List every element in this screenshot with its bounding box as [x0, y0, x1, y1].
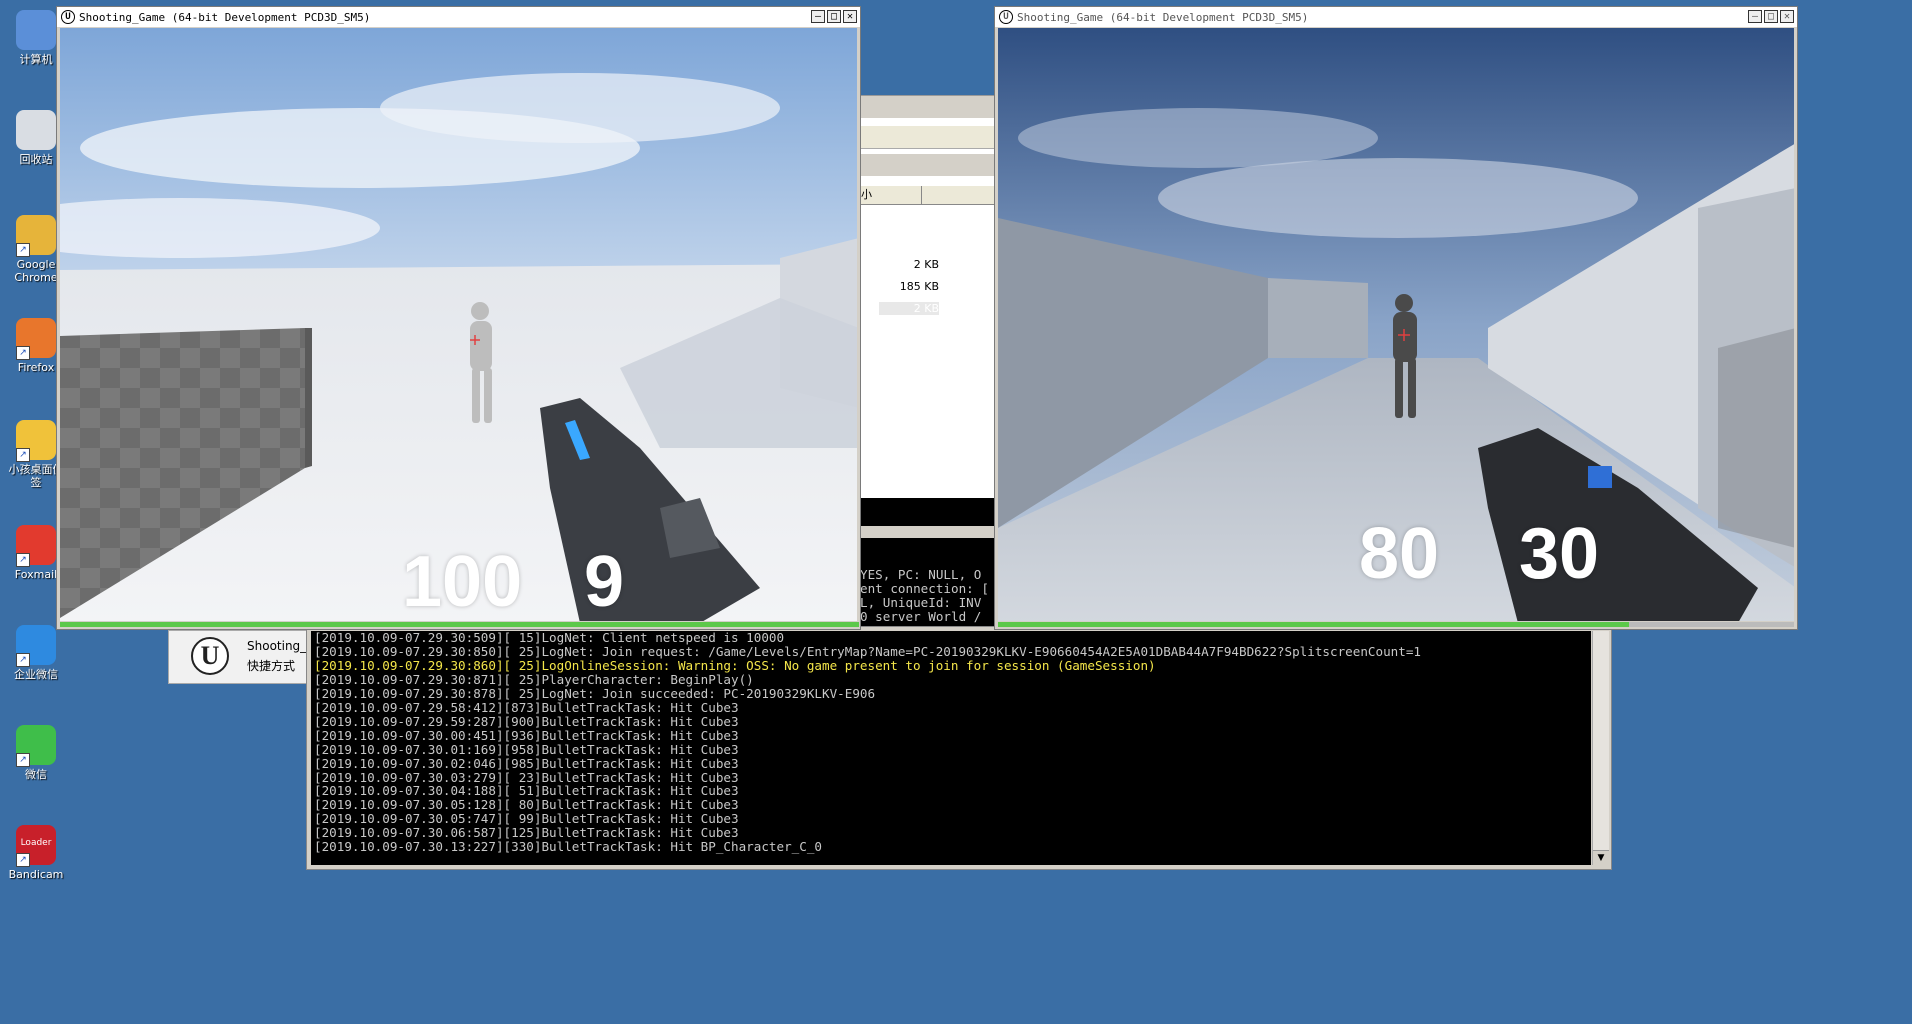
console-line: [2019.10.09-07.29.30:871][ 25]PlayerChar…	[314, 671, 754, 687]
game-window-left[interactable]: U Shooting_Game (64-bit Development PCD3…	[56, 6, 861, 630]
console-line: [2019.10.09-07.29.30:860][ 25]LogOnlineS…	[314, 657, 1156, 673]
desktop-icon-label: 企业微信	[14, 668, 58, 681]
bandicam-icon: ↗ Loader	[16, 825, 56, 867]
background-log-header	[858, 526, 996, 538]
file-explorer-window[interactable]: 小 2 KB 185 KB 2 KB	[858, 95, 996, 515]
scene-left	[60, 28, 857, 621]
column-divider	[921, 186, 922, 204]
background-log-text: YES, PC: NULL, Oent connection: [L, Uniq…	[858, 566, 996, 628]
desktop-icon-label: 微信	[25, 768, 47, 781]
ammo-counter: 9	[584, 542, 625, 621]
maximize-button[interactable]: □	[1764, 10, 1778, 23]
wecom-icon: ↗	[16, 625, 56, 667]
unreal-logo-icon: U	[999, 10, 1013, 24]
shortcut-arrow-icon: ↗	[16, 553, 30, 567]
console-line: [2019.10.09-07.30.02:046][985]BulletTrac…	[314, 755, 739, 771]
close-button[interactable]: ✕	[1780, 10, 1794, 23]
unreal-logo-icon: U	[61, 10, 75, 24]
minimize-button[interactable]: –	[811, 10, 825, 23]
console-line: [2019.10.09-07.29.30:878][ 25]LogNet: Jo…	[314, 685, 876, 701]
file-size-cell[interactable]: 185 KB	[879, 280, 939, 293]
console-line: [2019.10.09-07.29.58:412][873]BulletTrac…	[314, 699, 739, 715]
window-title: Shooting_Game (64-bit Development PCD3D_…	[79, 10, 371, 24]
window-title: Shooting_Game (64-bit Development PCD3D_…	[1017, 10, 1309, 24]
console-line: [2019.10.09-07.30.01:169][958]BulletTrac…	[314, 741, 739, 757]
console-line: [2019.10.09-07.30.00:451][936]BulletTrac…	[314, 727, 739, 743]
desktop-icon-label: Bandicam	[8, 868, 64, 881]
console-line: [2019.10.09-07.30.13:227][330]BulletTrac…	[314, 839, 822, 855]
health-counter: 100	[402, 542, 523, 621]
console-line: [2019.10.09-07.30.06:587][125]BulletTrac…	[314, 825, 739, 841]
background-log-line: 0 server World /	[860, 609, 982, 624]
background-log-line: ent connection: [	[860, 581, 989, 596]
shortcut-arrow-icon: ↗	[16, 653, 30, 667]
health-bar-fill	[998, 622, 1630, 627]
shortcut-arrow-icon: ↗	[16, 448, 30, 462]
explorer-column-header[interactable]: 小	[859, 186, 995, 205]
health-counter: 80	[1359, 514, 1440, 594]
explorer-toolbar	[859, 96, 995, 118]
game-viewport[interactable]: 100 9	[60, 28, 857, 621]
window-titlebar[interactable]: U Shooting_Game (64-bit Development PCD3…	[995, 7, 1797, 27]
console-line: [2019.10.09-07.30.05:747][ 99]BulletTrac…	[314, 811, 739, 827]
shortcut-arrow-icon: ↗	[16, 346, 30, 360]
foxmail-icon: ↗	[16, 525, 56, 567]
ammo-counter: 30	[1519, 514, 1600, 594]
console-output: [2019.10.09-07.29.30:509][ 15]LogNet: Cl…	[311, 631, 1591, 865]
console-line: [2019.10.09-07.29.30:850][ 25]LogNet: Jo…	[314, 643, 1421, 659]
shortcut-arrow-icon: ↗	[16, 853, 30, 867]
computer-icon	[16, 10, 56, 50]
unreal-engine-icon: U	[191, 637, 229, 675]
file-size-cell[interactable]: 2 KB	[879, 258, 939, 271]
console-scrollbar[interactable]: ▼	[1592, 631, 1609, 865]
scroll-down-icon[interactable]: ▼	[1593, 850, 1609, 865]
console-line: [2019.10.09-07.30.03:279][ 23]BulletTrac…	[314, 769, 739, 785]
explorer-toolbar-2	[859, 126, 995, 149]
bandicam-badge: Loader	[20, 838, 52, 848]
shortcut-tooltip[interactable]: U Shooting_ 快捷方式	[168, 630, 308, 684]
maximize-button[interactable]: □	[827, 10, 841, 23]
shortcut-subtitle: 快捷方式	[247, 659, 296, 673]
shortcut-title: Shooting_	[247, 639, 307, 653]
game-viewport[interactable]: 80 30	[998, 28, 1794, 621]
desktop-icon-wechat[interactable]: ↗ 微信	[6, 725, 66, 781]
console-line: [2019.10.09-07.29.59:287][900]BulletTrac…	[314, 713, 739, 729]
window-titlebar[interactable]: U Shooting_Game (64-bit Development PCD3…	[57, 7, 860, 27]
background-log-line: L, UniqueId: INV	[860, 595, 982, 610]
health-bar-fill	[60, 622, 859, 627]
console-line: [2019.10.09-07.29.30:509][ 15]LogNet: Cl…	[314, 631, 785, 645]
column-size-label: 小	[861, 188, 872, 201]
note-icon: ↗	[16, 420, 56, 462]
wechat-icon: ↗	[16, 725, 56, 767]
desktop-icon-wecom[interactable]: ↗ 企业微信	[6, 625, 66, 681]
close-button[interactable]: ✕	[843, 10, 857, 23]
explorer-toolbar-3	[859, 154, 995, 176]
console-line: [2019.10.09-07.30.05:128][ 80]BulletTrac…	[314, 797, 739, 813]
console-window[interactable]: [2019.10.09-07.29.30:509][ 15]LogNet: Cl…	[306, 626, 1612, 870]
recycle-bin-icon	[16, 110, 56, 150]
shortcut-arrow-icon: ↗	[16, 243, 30, 257]
file-size-cell[interactable]: 2 KB	[879, 302, 939, 315]
desktop-icon-bandicam[interactable]: ↗ Loader Bandicam	[6, 825, 66, 881]
shortcut-arrow-icon: ↗	[16, 753, 30, 767]
console-line: [2019.10.09-07.30.04:188][ 51]BulletTrac…	[314, 783, 739, 799]
background-log-line: YES, PC: NULL, O	[860, 567, 982, 582]
chrome-icon: ↗	[16, 215, 56, 257]
background-log-window: YES, PC: NULL, Oent connection: [L, Uniq…	[858, 498, 996, 628]
firefox-icon: ↗	[16, 318, 56, 360]
game-window-right[interactable]: U Shooting_Game (64-bit Development PCD3…	[994, 6, 1798, 630]
minimize-button[interactable]: –	[1748, 10, 1762, 23]
